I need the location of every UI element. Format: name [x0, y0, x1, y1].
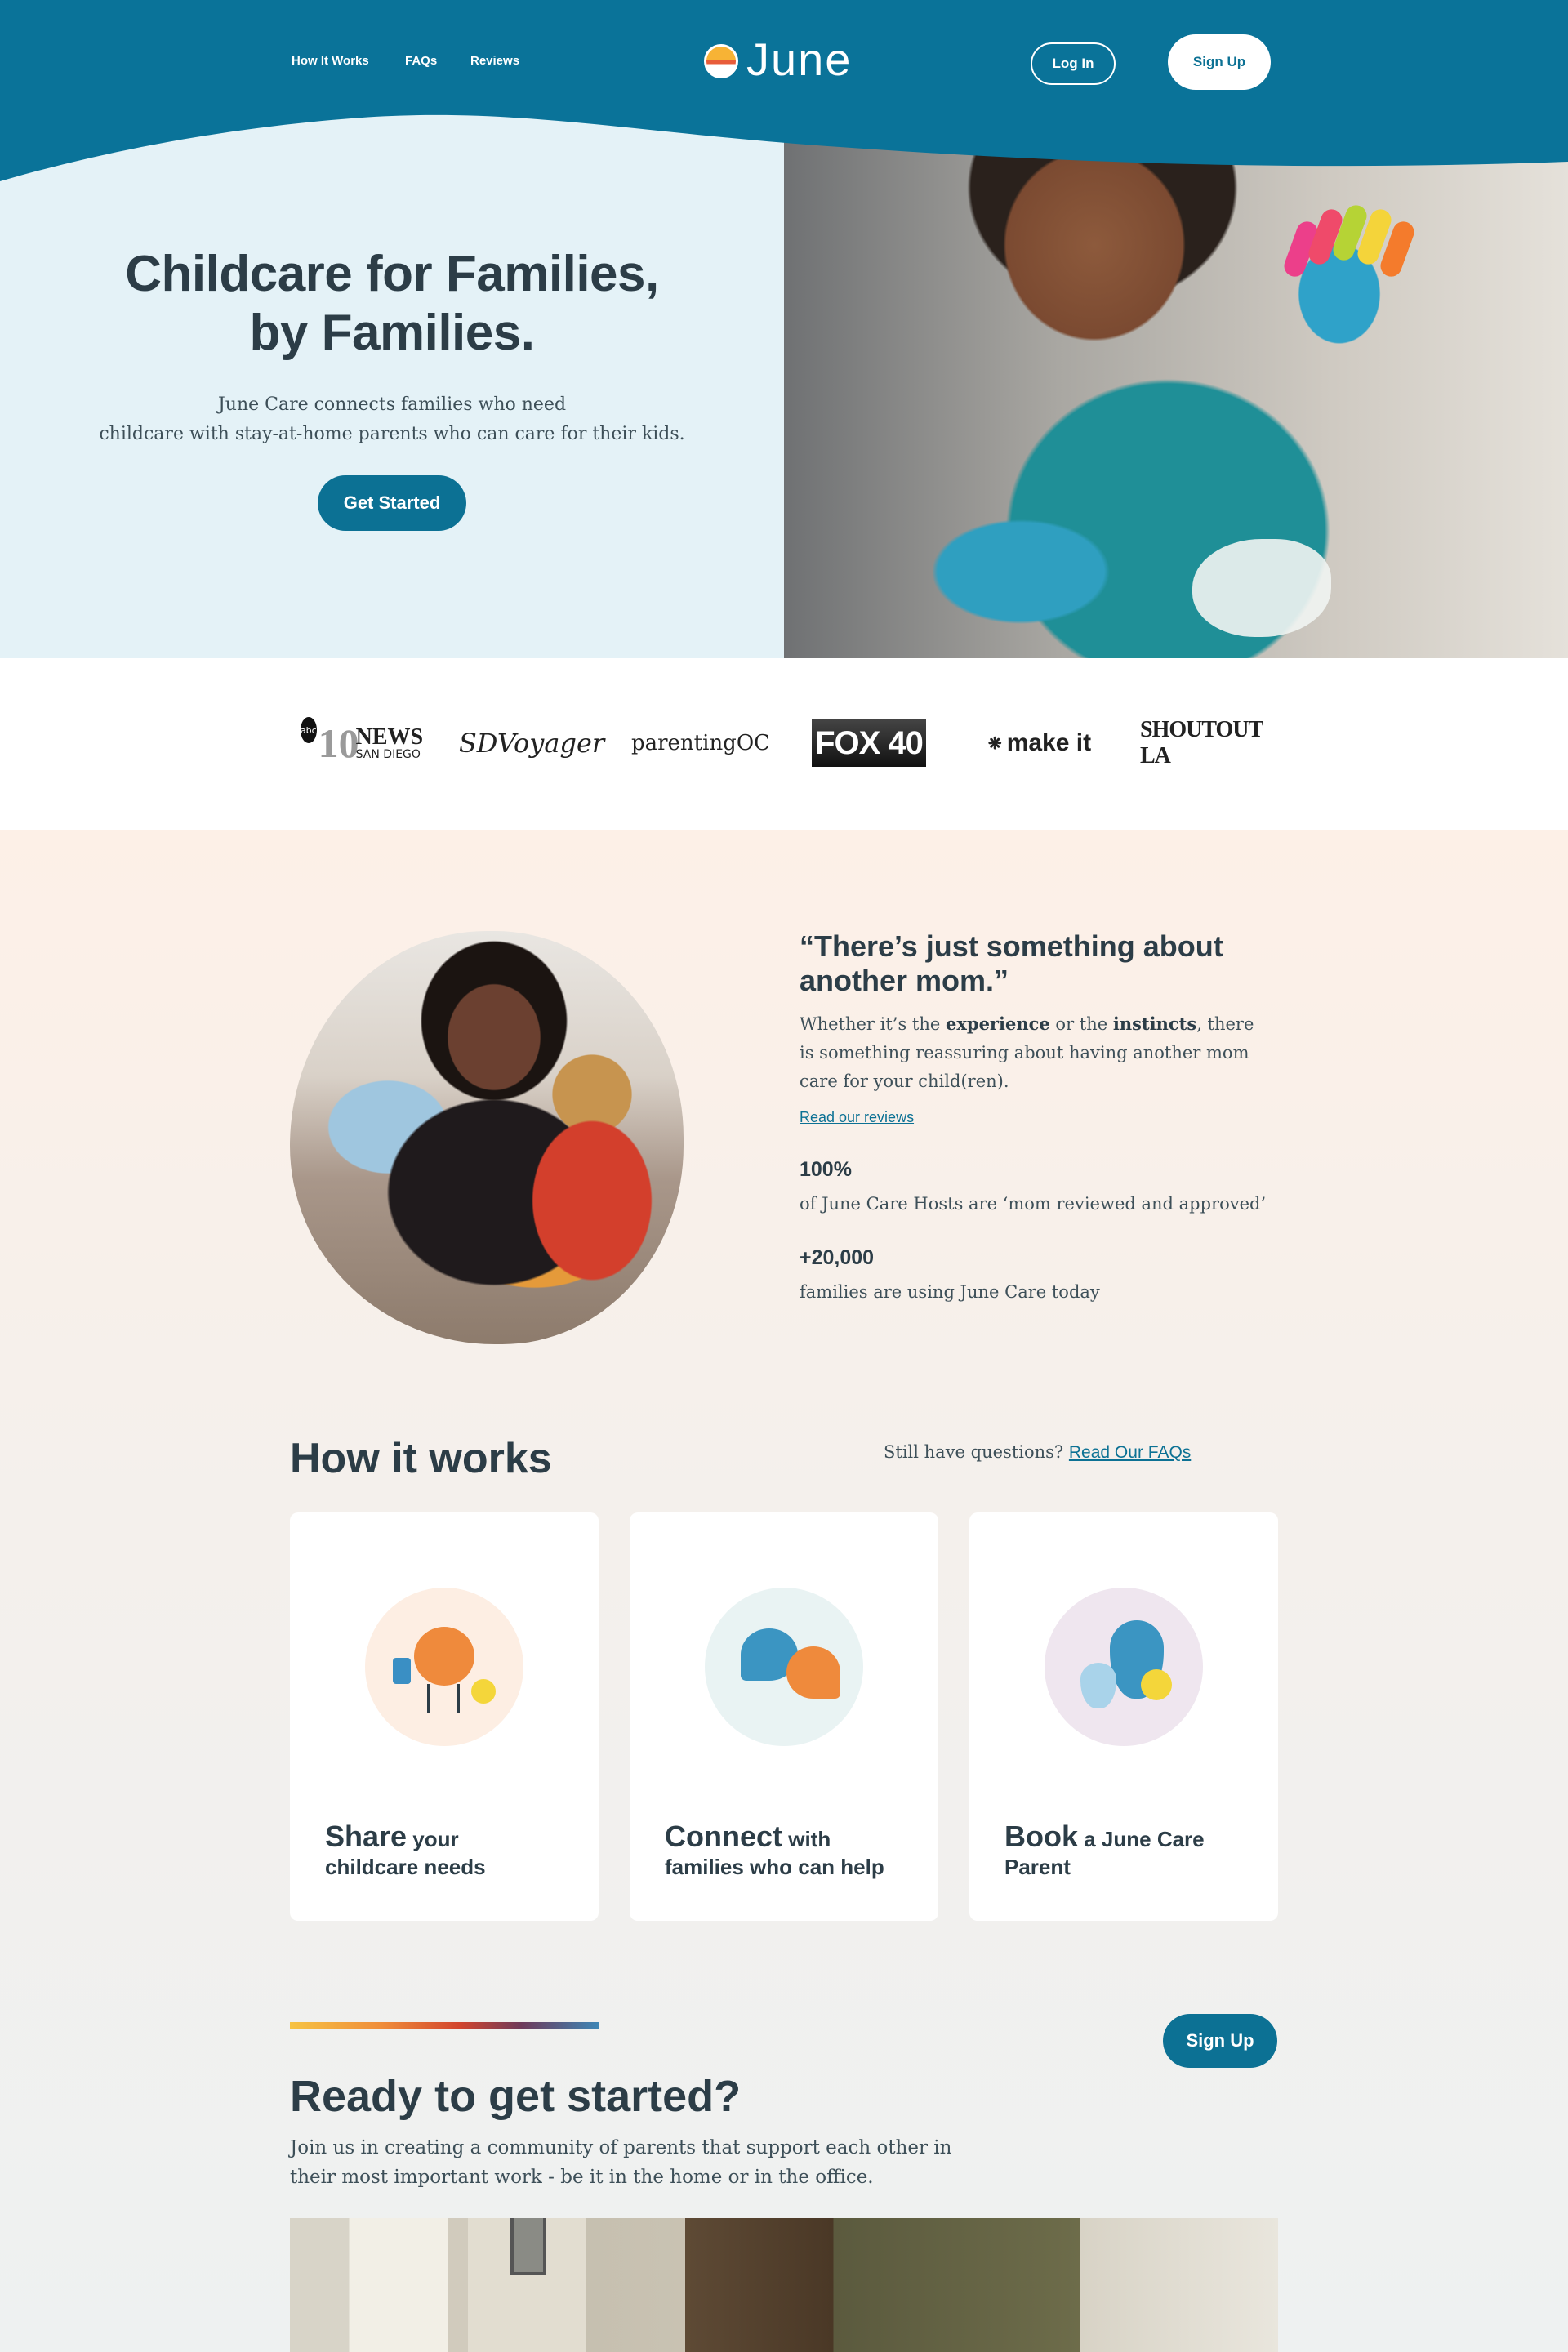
nav-link-how-it-works[interactable]: How It Works	[292, 54, 369, 68]
connect-illustration	[705, 1588, 863, 1746]
step-card-share: Share your childcare needs	[290, 1512, 599, 1921]
orange-chat-bubble-icon	[786, 1646, 840, 1699]
phone-icon	[393, 1658, 411, 1684]
sdvoyager-logo: SDVoyager	[458, 728, 605, 759]
stat-label: families are using June Care today	[800, 1282, 1100, 1302]
sun-logo-icon	[704, 44, 738, 78]
step-caption: Connect with families who can help	[665, 1820, 884, 1880]
share-illustration	[365, 1588, 523, 1746]
faq-prompt: Still have questions? Read Our FAQs	[884, 1442, 1192, 1462]
light-blue-child-character-icon	[1080, 1663, 1116, 1708]
nav-link-reviews[interactable]: Reviews	[470, 54, 519, 68]
fox40-logo: FOX 40	[812, 717, 926, 769]
read-reviews-link[interactable]: Read our reviews	[800, 1109, 914, 1126]
gradient-divider	[290, 2022, 599, 2029]
how-it-works-title: How it works	[290, 1435, 552, 1482]
step-caption: Share your childcare needs	[325, 1820, 486, 1880]
top-nav: How It Works FAQs Reviews June Log In Si…	[0, 0, 1568, 122]
book-illustration	[1045, 1588, 1203, 1746]
testimonial-body: Whether it’s the experience or the insti…	[800, 1013, 1254, 1091]
ready-text: Join us in creating a community of paren…	[290, 2137, 952, 2188]
orange-character-icon	[414, 1627, 474, 1686]
stat-label: of June Care Hosts are ‘mom reviewed and…	[800, 1194, 1267, 1214]
signup-button-header[interactable]: Sign Up	[1168, 34, 1271, 90]
make-it-logo: ❋ make it	[987, 729, 1092, 756]
nav-link-faqs[interactable]: FAQs	[405, 54, 437, 68]
get-started-button[interactable]: Get Started	[318, 475, 466, 531]
mom-reading-photo	[290, 931, 684, 1344]
stat-value: +20,000	[800, 1246, 875, 1269]
yellow-smiley-icon	[1141, 1669, 1172, 1700]
testimonial-title: “There’s just something about another mo…	[800, 929, 1223, 997]
login-button[interactable]: Log In	[1031, 42, 1116, 85]
home-doorway-photo	[290, 2218, 1278, 2352]
step-caption: Book a June Care Parent	[1004, 1820, 1205, 1880]
signup-button-bottom[interactable]: Sign Up	[1163, 2014, 1277, 2068]
abc10-news-logo: abc 10 NEWS SAN DIEGO	[300, 717, 423, 769]
read-faqs-link[interactable]: Read Our FAQs	[1069, 1443, 1191, 1462]
stat-value: 100%	[800, 1158, 852, 1181]
shirt-print	[1192, 539, 1331, 637]
june-logo[interactable]: June	[704, 33, 851, 85]
peacock-icon: ❋	[987, 734, 1002, 753]
wall-lamp	[510, 2218, 546, 2275]
logo-wordmark: June	[746, 33, 853, 85]
yellow-character-icon	[471, 1679, 496, 1704]
parentingoc-logo: parentingOC	[630, 731, 771, 755]
hero-subtitle: June Care connects families who need chil…	[99, 394, 685, 444]
ready-title: Ready to get started?	[290, 2072, 742, 2121]
press-logos: abc 10 NEWS SAN DIEGO SDVoyager parenting…	[0, 658, 1568, 830]
hero-title: Childcare for Families, by Families.	[125, 246, 659, 361]
step-card-connect: Connect with families who can help	[630, 1512, 938, 1921]
step-card-book: Book a June Care Parent	[969, 1512, 1278, 1921]
shoutout-la-logo: SHOUTOUT LA	[1140, 717, 1263, 768]
